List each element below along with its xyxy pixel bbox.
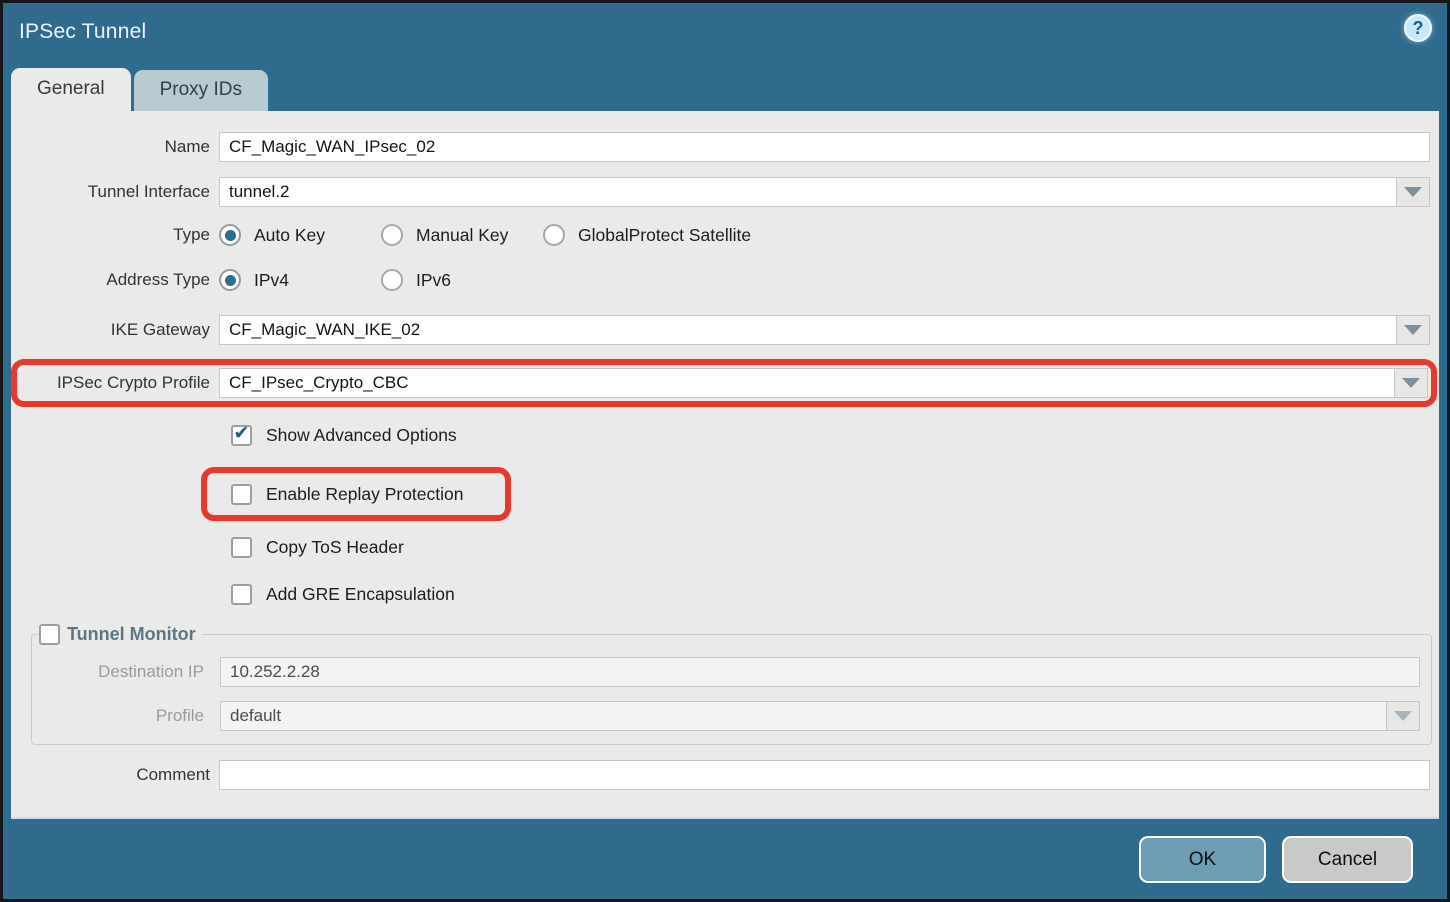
tunnel-interface-label: Tunnel Interface [11, 182, 219, 202]
type-label: Type [11, 225, 219, 245]
address-type-row: Address Type IPv4 IPv6 [11, 269, 1439, 291]
radio-auto-key-label: Auto Key [254, 225, 325, 246]
name-row: Name [11, 132, 1439, 162]
radio-globalprotect-satellite[interactable] [543, 224, 565, 246]
destination-ip-input [220, 657, 1420, 687]
radio-manual-key[interactable] [381, 224, 403, 246]
monitor-profile-label: Profile [32, 706, 220, 726]
ipsec-crypto-profile-row: IPSec Crypto Profile [17, 368, 1431, 398]
tunnel-monitor-section: Tunnel Monitor Destination IP Profile [31, 624, 1432, 745]
ike-gateway-row: IKE Gateway [11, 315, 1439, 345]
tunnel-interface-input[interactable] [219, 177, 1397, 207]
cancel-button[interactable]: Cancel [1282, 836, 1413, 883]
general-tab-panel: Name Tunnel Interface Type Auto Key Manu… [11, 111, 1439, 819]
enable-replay-protection-label: Enable Replay Protection [266, 484, 463, 505]
comment-input[interactable] [219, 760, 1430, 790]
address-type-label: Address Type [11, 270, 219, 290]
comment-label: Comment [11, 765, 219, 785]
chevron-down-icon [1402, 378, 1420, 388]
name-input[interactable] [219, 132, 1430, 162]
show-advanced-options-row: Show Advanced Options [231, 422, 1439, 448]
type-row: Type Auto Key Manual Key GlobalProtect S… [11, 224, 1439, 246]
ipsec-crypto-profile-input[interactable] [219, 368, 1395, 398]
tunnel-monitor-legend: Tunnel Monitor [39, 624, 202, 645]
dialog-footer: OK Cancel [3, 819, 1447, 900]
ike-gateway-label: IKE Gateway [11, 320, 219, 340]
radio-ipv4-label: IPv4 [254, 270, 289, 291]
chevron-down-icon [1404, 325, 1422, 335]
monitor-profile-dropdown-button [1387, 701, 1420, 731]
ipsec-crypto-profile-label: IPSec Crypto Profile [17, 373, 219, 393]
tab-general[interactable]: General [11, 68, 131, 111]
dialog-title: IPSec Tunnel [19, 20, 146, 43]
comment-row: Comment [11, 760, 1439, 790]
dialog-titlebar: IPSec Tunnel ? [3, 3, 1447, 63]
add-gre-encapsulation-row: Add GRE Encapsulation [231, 581, 1439, 607]
show-advanced-options-checkbox[interactable] [231, 425, 252, 446]
annotation-highlight-replay-protection: Enable Replay Protection [201, 467, 511, 521]
radio-manual-key-label: Manual Key [416, 225, 508, 246]
radio-ipv6[interactable] [381, 269, 403, 291]
copy-tos-header-label: Copy ToS Header [266, 537, 404, 558]
monitor-profile-row: Profile [32, 701, 1420, 731]
ok-button[interactable]: OK [1139, 836, 1266, 883]
chevron-down-icon [1404, 187, 1422, 197]
annotation-highlight-crypto-profile: IPSec Crypto Profile [11, 359, 1437, 407]
advanced-options-section: Show Advanced Options Enable Replay Prot… [231, 422, 1439, 607]
ipsec-crypto-profile-dropdown-button[interactable] [1395, 368, 1428, 398]
help-icon[interactable]: ? [1404, 14, 1432, 42]
enable-replay-protection-checkbox[interactable] [231, 484, 252, 505]
enable-replay-protection-row: Enable Replay Protection [231, 481, 463, 507]
destination-ip-label: Destination IP [32, 662, 220, 682]
radio-globalprotect-satellite-label: GlobalProtect Satellite [578, 225, 751, 246]
copy-tos-header-row: Copy ToS Header [231, 534, 1439, 560]
monitor-profile-input [220, 701, 1387, 731]
chevron-down-icon [1394, 711, 1412, 721]
tunnel-monitor-label: Tunnel Monitor [67, 624, 196, 645]
ike-gateway-dropdown-button[interactable] [1397, 315, 1430, 345]
tunnel-interface-row: Tunnel Interface [11, 177, 1439, 207]
tab-bar: General Proxy IDs [3, 63, 1447, 111]
show-advanced-options-label: Show Advanced Options [266, 425, 457, 446]
radio-auto-key[interactable] [219, 224, 241, 246]
tunnel-monitor-checkbox[interactable] [39, 624, 60, 645]
tab-proxy-ids[interactable]: Proxy IDs [134, 70, 268, 111]
copy-tos-header-checkbox[interactable] [231, 537, 252, 558]
name-label: Name [11, 137, 219, 157]
radio-ipv6-label: IPv6 [416, 270, 451, 291]
add-gre-encapsulation-checkbox[interactable] [231, 584, 252, 605]
add-gre-encapsulation-label: Add GRE Encapsulation [266, 584, 455, 605]
tunnel-interface-dropdown-button[interactable] [1397, 177, 1430, 207]
ike-gateway-input[interactable] [219, 315, 1397, 345]
radio-ipv4[interactable] [219, 269, 241, 291]
destination-ip-row: Destination IP [32, 657, 1420, 687]
